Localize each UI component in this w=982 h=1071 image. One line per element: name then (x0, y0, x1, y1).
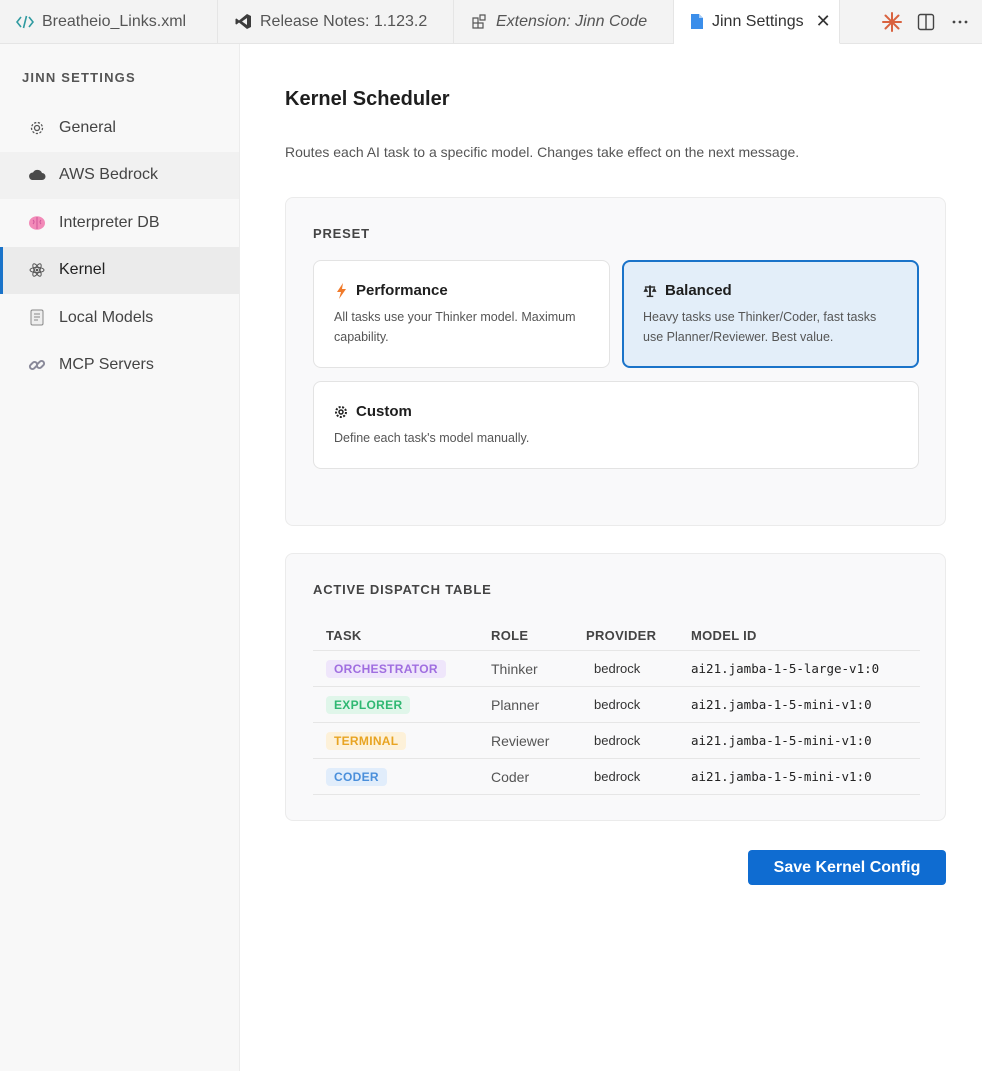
sidebar-item-label: MCP Servers (59, 356, 154, 374)
model-id-cell: ai21.jamba-1-5-large-v1:0 (678, 650, 920, 687)
preset-name: Performance (356, 282, 448, 299)
tab-extension-jinn-code[interactable]: Extension: Jinn Code (454, 0, 674, 43)
scales-icon (643, 284, 657, 298)
sidebar-item-label: General (59, 118, 116, 136)
preset-card-custom[interactable]: Custom Define each task's model manually… (313, 381, 919, 469)
settings-sidebar: JINN SETTINGS General AWS Bedrock Interp… (0, 44, 240, 1071)
tab-release-notes[interactable]: Release Notes: 1.123.2 (218, 0, 454, 43)
column-header: ROLE (478, 620, 573, 651)
brain-icon (28, 215, 46, 231)
preset-card-balanced[interactable]: Balanced Heavy tasks use Thinker/Coder, … (622, 260, 919, 368)
sidebar-item-general[interactable]: General (0, 104, 239, 152)
role-cell: Reviewer (478, 722, 573, 759)
role-cell: Thinker (478, 650, 573, 687)
tab-actions (880, 0, 982, 43)
split-editor-icon[interactable] (914, 10, 938, 34)
preset-description: Heavy tasks use Thinker/Coder, fast task… (643, 310, 877, 344)
more-actions-icon[interactable] (948, 10, 972, 34)
column-header: PROVIDER (573, 620, 678, 651)
provider-cell: bedrock (573, 722, 678, 759)
model-id-cell: ai21.jamba-1-5-mini-v1:0 (678, 722, 920, 759)
model-id-cell: ai21.jamba-1-5-mini-v1:0 (678, 686, 920, 723)
preset-description: All tasks use your Thinker model. Maximu… (334, 310, 576, 344)
sidebar-nav: General AWS Bedrock Interpreter DB Kerne… (0, 104, 239, 389)
sidebar-item-label: Local Models (59, 308, 154, 326)
close-icon[interactable]: ✕ (816, 11, 831, 32)
file-icon (690, 13, 704, 31)
tab-breatheio-links[interactable]: Breatheio_Links.xml (0, 0, 218, 43)
provider-cell: bedrock (573, 686, 678, 723)
tab-label: Release Notes: 1.123.2 (260, 12, 428, 30)
vscode-logo-icon (234, 13, 252, 31)
editor-tab-bar: Breatheio_Links.xml Release Notes: 1.123… (0, 0, 982, 44)
task-badge: EXPLORER (326, 695, 411, 714)
model-id-cell: ai21.jamba-1-5-mini-v1:0 (678, 758, 920, 795)
atom-icon (28, 262, 46, 278)
document-icon (28, 309, 46, 326)
column-header: TASK (313, 620, 478, 651)
sidebar-item-local-models[interactable]: Local Models (0, 294, 239, 342)
sidebar-item-label: Interpreter DB (59, 213, 160, 231)
preset-name: Balanced (665, 282, 732, 299)
task-badge: ORCHESTRATOR (326, 659, 446, 678)
page-title: Kernel Scheduler (285, 88, 450, 110)
table-header-row: TASK ROLE PROVIDER MODEL ID (313, 620, 920, 651)
sidebar-item-mcp-servers[interactable]: MCP Servers (0, 342, 239, 390)
spark-icon[interactable] (880, 10, 904, 34)
sidebar-item-kernel[interactable]: Kernel (0, 246, 239, 294)
column-header: MODEL ID (678, 620, 920, 651)
code-file-icon (16, 13, 34, 31)
sidebar-item-interpreter-db[interactable]: Interpreter DB (0, 199, 239, 247)
task-badge: TERMINAL (326, 731, 407, 750)
table-row: EXPLORER Planner bedrock ai21.jamba-1-5-… (313, 686, 920, 723)
table-row: ORCHESTRATOR Thinker bedrock ai21.jamba-… (313, 650, 920, 687)
tab-jinn-settings[interactable]: Jinn Settings ✕ (674, 0, 840, 44)
extension-icon (470, 13, 488, 31)
gear-icon (28, 120, 46, 136)
tab-label: Jinn Settings (712, 12, 804, 30)
provider-cell: bedrock (573, 650, 678, 687)
tab-label: Breatheio_Links.xml (42, 12, 187, 30)
dispatch-table: TASK ROLE PROVIDER MODEL ID ORCHESTRATOR… (313, 620, 920, 795)
preset-panel: PRESET Performance All tasks use your Th… (285, 197, 946, 526)
table-row: TERMINAL Reviewer bedrock ai21.jamba-1-5… (313, 722, 920, 759)
dispatch-title: ACTIVE DISPATCH TABLE (313, 582, 492, 597)
sidebar-item-aws-bedrock[interactable]: AWS Bedrock (0, 151, 239, 199)
tab-label: Extension: Jinn Code (496, 12, 648, 30)
link-icon (28, 356, 46, 374)
preset-title: PRESET (313, 226, 370, 241)
preset-name: Custom (356, 403, 412, 420)
page-description: Routes each AI task to a specific model.… (285, 144, 800, 160)
lightning-icon (334, 282, 348, 299)
preset-card-performance[interactable]: Performance All tasks use your Thinker m… (313, 260, 610, 368)
task-badge: CODER (326, 767, 387, 786)
sidebar-item-label: Kernel (59, 261, 106, 279)
sidebar-item-label: AWS Bedrock (59, 166, 158, 184)
preset-description: Define each task's model manually. (334, 431, 530, 445)
main-content: Kernel Scheduler Routes each AI task to … (240, 44, 982, 1071)
gear-icon (334, 405, 348, 419)
sidebar-title: JINN SETTINGS (22, 70, 136, 85)
role-cell: Planner (478, 686, 573, 723)
save-kernel-config-button[interactable]: Save Kernel Config (748, 850, 946, 885)
table-row: CODER Coder bedrock ai21.jamba-1-5-mini-… (313, 758, 920, 795)
cloud-icon (28, 169, 46, 181)
role-cell: Coder (478, 758, 573, 795)
provider-cell: bedrock (573, 758, 678, 795)
dispatch-panel: ACTIVE DISPATCH TABLE TASK ROLE PROVIDER… (285, 553, 946, 821)
